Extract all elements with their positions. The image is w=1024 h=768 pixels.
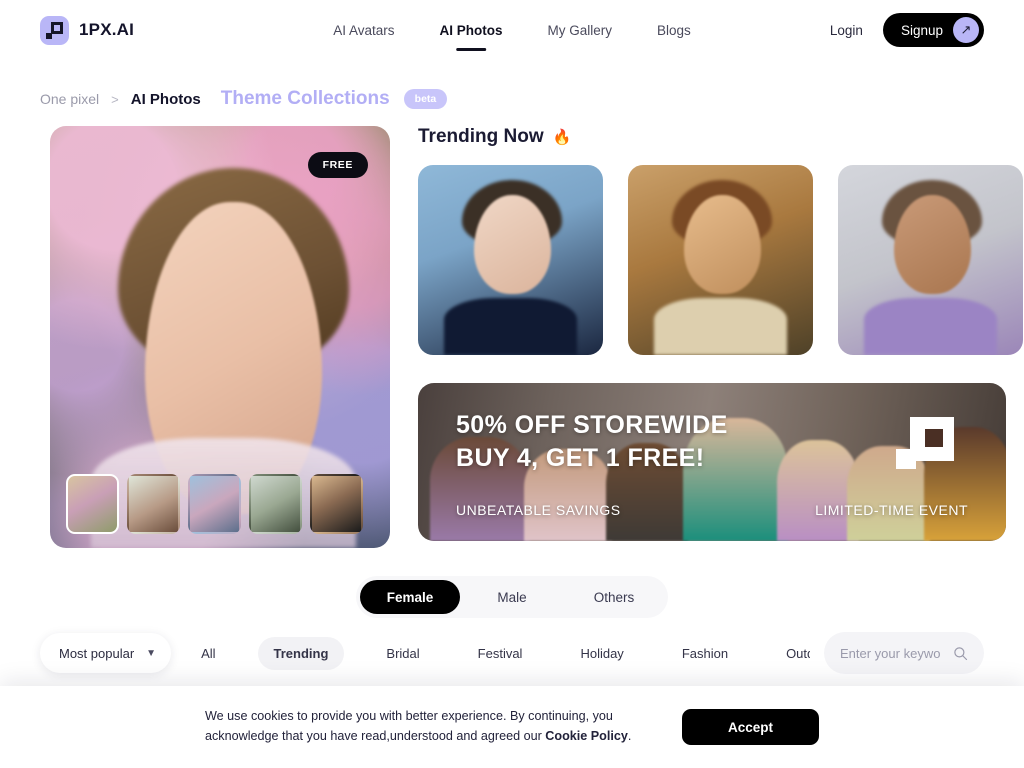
thumbnail-strip (66, 474, 374, 534)
search-input[interactable] (840, 645, 945, 661)
breadcrumb: One pixel > AI Photos Theme Collections … (0, 60, 1024, 110)
cookie-text: We use cookies to provide you with bette… (205, 707, 658, 746)
signup-button[interactable]: Signup ↗ (882, 13, 984, 47)
thumbnail-4[interactable] (249, 474, 302, 534)
cookie-banner: We use cookies to provide you with bette… (0, 686, 1024, 768)
thumbnail-1[interactable] (66, 474, 119, 534)
promo-banner[interactable]: 50% OFF STOREWIDE BUY 4, GET 1 FREE! UNB… (418, 383, 1006, 541)
trending-header: Trending Now 🔥 (418, 126, 1006, 148)
portrait-face (473, 195, 552, 295)
brand-logo[interactable]: 1PX.AI (40, 15, 135, 45)
chip-festival[interactable]: Festival (462, 637, 539, 670)
gender-tab-male[interactable]: Male (462, 580, 562, 614)
nav-item-ai-photos[interactable]: AI Photos (440, 19, 503, 42)
portrait-body (443, 298, 578, 355)
cookie-policy-link[interactable]: Cookie Policy (545, 729, 628, 743)
breadcrumb-current[interactable]: AI Photos (131, 91, 201, 108)
trending-card-1[interactable] (418, 165, 603, 355)
trending-section: Trending Now 🔥 50% OFF STOREWIDE BUY 4, … (418, 126, 1023, 548)
thumbnail-5[interactable] (310, 474, 363, 534)
hero-preview-card[interactable]: FREE (50, 126, 390, 548)
portrait-body (653, 298, 788, 355)
chip-holiday[interactable]: Holiday (564, 637, 639, 670)
chip-all[interactable]: All (185, 637, 231, 670)
free-badge: FREE (307, 152, 368, 178)
logo-icon (40, 15, 69, 45)
brand-name: 1PX.AI (79, 20, 135, 39)
chip-outdoor[interactable]: Outdoor (770, 637, 810, 670)
chip-fashion[interactable]: Fashion (666, 637, 744, 670)
promo-caption-right: LIMITED-TIME EVENT (815, 502, 968, 518)
breadcrumb-root[interactable]: One pixel (40, 91, 99, 107)
search-box[interactable] (824, 632, 984, 674)
sort-dropdown[interactable]: Most popular ▼ (40, 633, 172, 673)
chevron-down-icon: ▼ (146, 647, 157, 659)
beta-badge: beta (403, 89, 448, 109)
header-actions: Login Signup ↗ (830, 13, 984, 47)
trending-card-3[interactable] (838, 165, 1023, 355)
arrow-up-right-icon: ↗ (953, 17, 979, 43)
gender-tab-others[interactable]: Others (564, 580, 664, 614)
nav-item-my-gallery[interactable]: My Gallery (548, 19, 613, 42)
filter-bar: Most popular ▼ All Trending Bridal Festi… (0, 618, 1024, 674)
promo-logo-icon (896, 417, 954, 469)
promo-line-1: 50% OFF STOREWIDE (456, 411, 728, 439)
promo-line-2: BUY 4, GET 1 FREE! (456, 444, 705, 472)
trending-cards (418, 165, 1023, 355)
main-content: FREE Trending Now 🔥 50% OFF STOREWIDE BU… (0, 110, 1024, 548)
main-navigation: AI Avatars AI Photos My Gallery Blogs (333, 0, 691, 60)
trending-title: Trending Now (418, 126, 544, 147)
breadcrumb-separator: > (111, 91, 119, 107)
portrait-body (863, 298, 998, 355)
site-header: 1PX.AI AI Avatars AI Photos My Gallery B… (0, 0, 1024, 60)
gender-filter: Female Male Others (0, 576, 1024, 618)
thumbnail-2[interactable] (127, 474, 180, 534)
accept-cookies-button[interactable]: Accept (681, 709, 819, 745)
promo-captions: UNBEATABLE SAVINGS LIMITED-TIME EVENT (456, 502, 968, 518)
thumbnail-3[interactable] (188, 474, 241, 534)
theme-collections-title[interactable]: Theme Collections (221, 88, 390, 110)
sort-dropdown-label: Most popular (59, 645, 135, 661)
chip-trending[interactable]: Trending (257, 636, 345, 670)
signup-label: Signup (900, 22, 943, 38)
promo-text: 50% OFF STOREWIDE BUY 4, GET 1 FREE! (456, 409, 728, 475)
cookie-message-end: . (627, 729, 632, 743)
nav-item-blogs[interactable]: Blogs (657, 19, 691, 42)
gender-tab-group: Female Male Others (356, 576, 668, 618)
nav-item-ai-avatars[interactable]: AI Avatars (333, 19, 394, 42)
gender-tab-female[interactable]: Female (360, 580, 460, 614)
search-icon[interactable] (953, 646, 968, 661)
login-link[interactable]: Login (830, 23, 863, 38)
flame-icon: 🔥 (552, 129, 572, 146)
promo-caption-left: UNBEATABLE SAVINGS (456, 502, 621, 518)
portrait-face (893, 195, 972, 295)
category-chips: All Trending Bridal Festival Holiday Fas… (185, 636, 810, 670)
portrait-face (683, 195, 762, 295)
trending-card-2[interactable] (628, 165, 813, 355)
chip-bridal[interactable]: Bridal (370, 637, 435, 670)
